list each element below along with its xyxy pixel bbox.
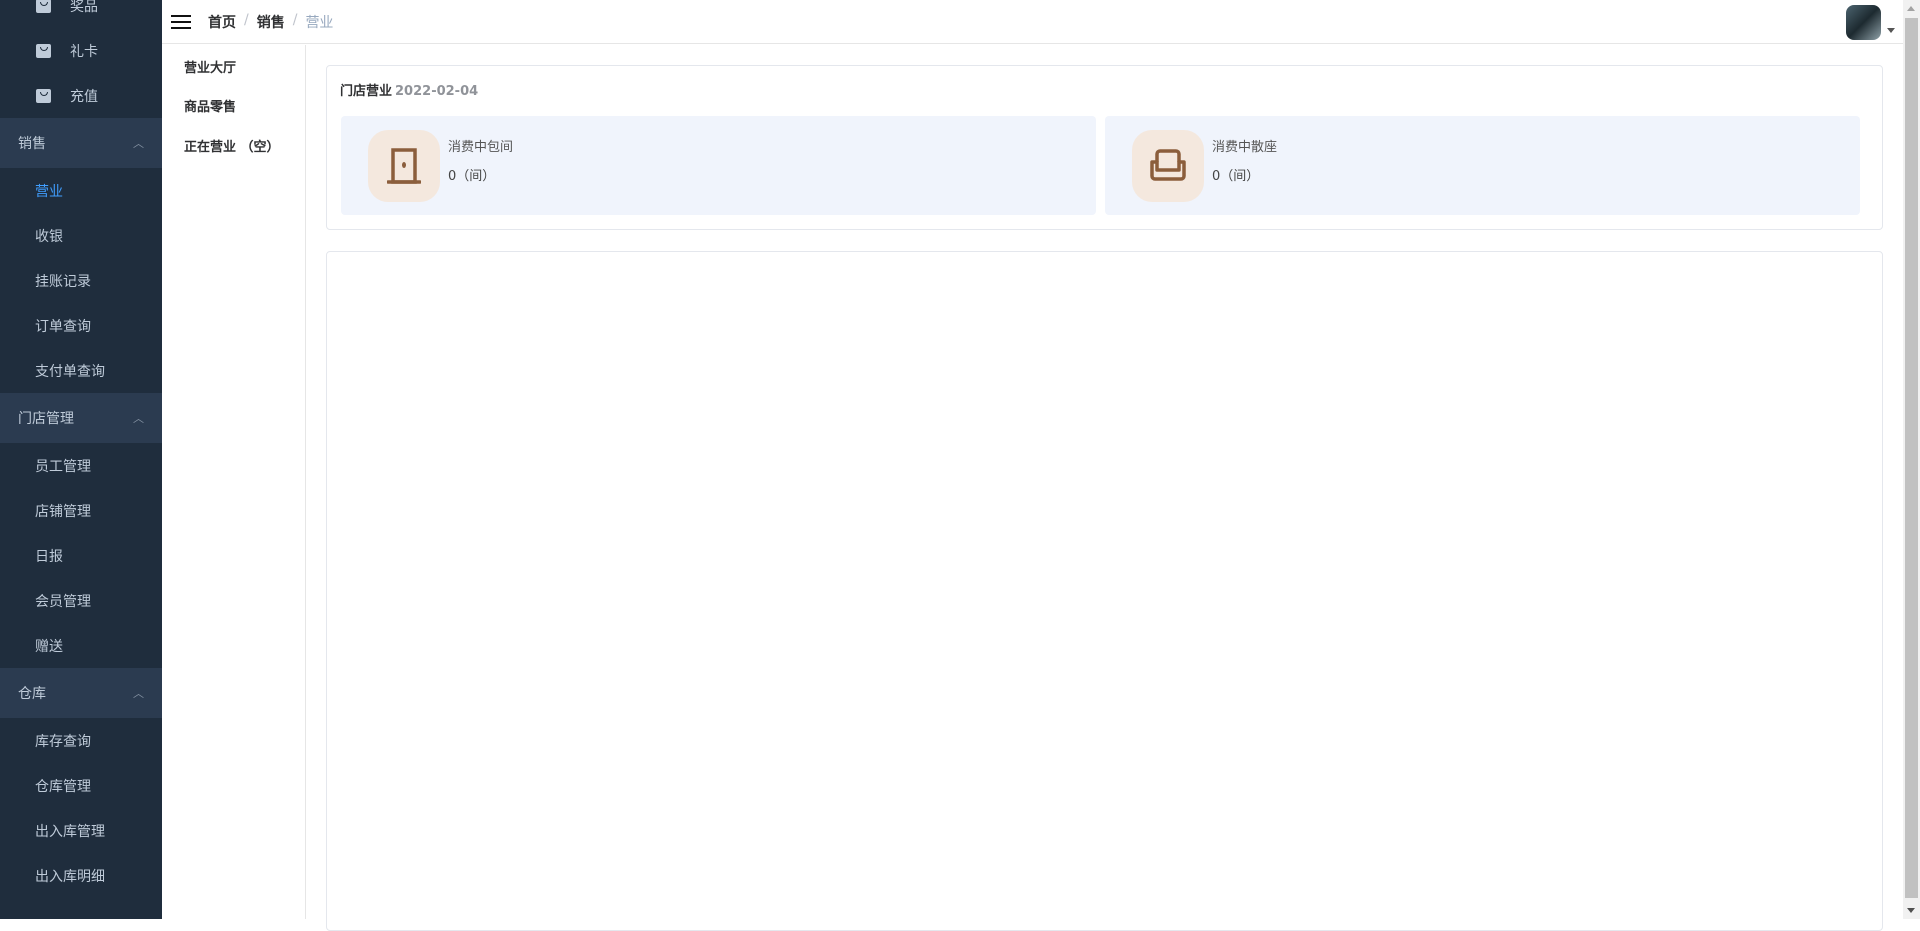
sofa-icon <box>1132 130 1204 202</box>
chevron-up-icon: ︿ <box>133 137 144 150</box>
sidebar-item-credit-records[interactable]: 挂账记录 <box>0 258 162 303</box>
scroll-up-icon[interactable] <box>1907 6 1915 11</box>
door-icon <box>368 130 440 202</box>
subnav-in-business[interactable]: 正在营业 （空） <box>184 136 280 155</box>
sidebar-item-warehouse-management[interactable]: 仓库管理 <box>0 763 162 808</box>
avatar[interactable] <box>1846 5 1881 40</box>
sidebar-item-daily-report[interactable]: 日报 <box>0 533 162 578</box>
hamburger-icon[interactable] <box>171 14 191 29</box>
sidebar-item-shop[interactable]: 店铺管理 <box>0 488 162 533</box>
scrollbar-thumb[interactable] <box>1905 18 1918 898</box>
sidebar-item-stock-query[interactable]: 库存查询 <box>0 718 162 763</box>
store-business-card: 门店营业 2022-02-04 消费中包间 0（间） 消费中散座 0（间） <box>326 65 1883 230</box>
sidebar-item-payment-query[interactable]: 支付单查询 <box>0 348 162 393</box>
content-panel <box>326 251 1883 931</box>
sub-navigation: 营业大厅 商品零售 正在营业 （空） <box>162 45 306 919</box>
business-date: 2022-02-04 <box>395 84 479 99</box>
sidebar-item-gift-card[interactable]: 礼卡 <box>0 28 162 73</box>
sidebar-group-sales[interactable]: 销售 ︿ <box>0 118 162 168</box>
sidebar-item-order-query[interactable]: 订单查询 <box>0 303 162 348</box>
card-title: 门店营业 2022-02-04 <box>340 84 479 99</box>
breadcrumb-current: 营业 <box>305 14 334 31</box>
sidebar-item-cashier[interactable]: 收银 <box>0 213 162 258</box>
sidebar-item-inout-detail[interactable]: 出入库明细 <box>0 853 162 898</box>
caret-down-icon[interactable] <box>1887 28 1895 33</box>
scroll-down-icon[interactable] <box>1907 908 1915 913</box>
sidebar-group-store-management[interactable]: 门店管理 ︿ <box>0 393 162 443</box>
sidebar-item-gift[interactable]: 赠送 <box>0 623 162 668</box>
sidebar-item-inout-management[interactable]: 出入库管理 <box>0 808 162 853</box>
sidebar-item-staff[interactable]: 员工管理 <box>0 443 162 488</box>
breadcrumb: 首页 / 销售 / 营业 <box>208 11 334 32</box>
breadcrumb-sales[interactable]: 销售 <box>257 12 285 32</box>
top-navbar: 首页 / 销售 / 营业 <box>162 0 1903 44</box>
page-scrollbar[interactable] <box>1903 0 1920 919</box>
sidebar-item-members[interactable]: 会员管理 <box>0 578 162 623</box>
bag-icon <box>36 43 51 58</box>
open-seat-tile[interactable]: 消费中散座 0（间） <box>1105 116 1860 215</box>
chevron-up-icon: ︿ <box>133 412 144 425</box>
subnav-retail[interactable]: 商品零售 <box>184 96 236 115</box>
private-room-tile[interactable]: 消费中包间 0（间） <box>341 116 1096 215</box>
bag-icon <box>36 88 51 103</box>
sidebar-group-warehouse[interactable]: 仓库 ︿ <box>0 668 162 718</box>
sidebar-item-recharge[interactable]: 充值 <box>0 73 162 118</box>
bag-icon <box>36 0 51 13</box>
sidebar-item-business[interactable]: 营业 <box>0 168 162 213</box>
chevron-up-icon: ︿ <box>133 687 144 700</box>
sidebar-item-prize[interactable]: 奖品 <box>0 0 162 28</box>
subnav-hall[interactable]: 营业大厅 <box>184 57 236 76</box>
breadcrumb-home[interactable]: 首页 <box>208 12 236 32</box>
sidebar: 奖品 礼卡 充值 销售 ︿ 营业 收银 挂账记录 订单查询 支付单查询 门店管理 ︿… <box>0 0 162 919</box>
